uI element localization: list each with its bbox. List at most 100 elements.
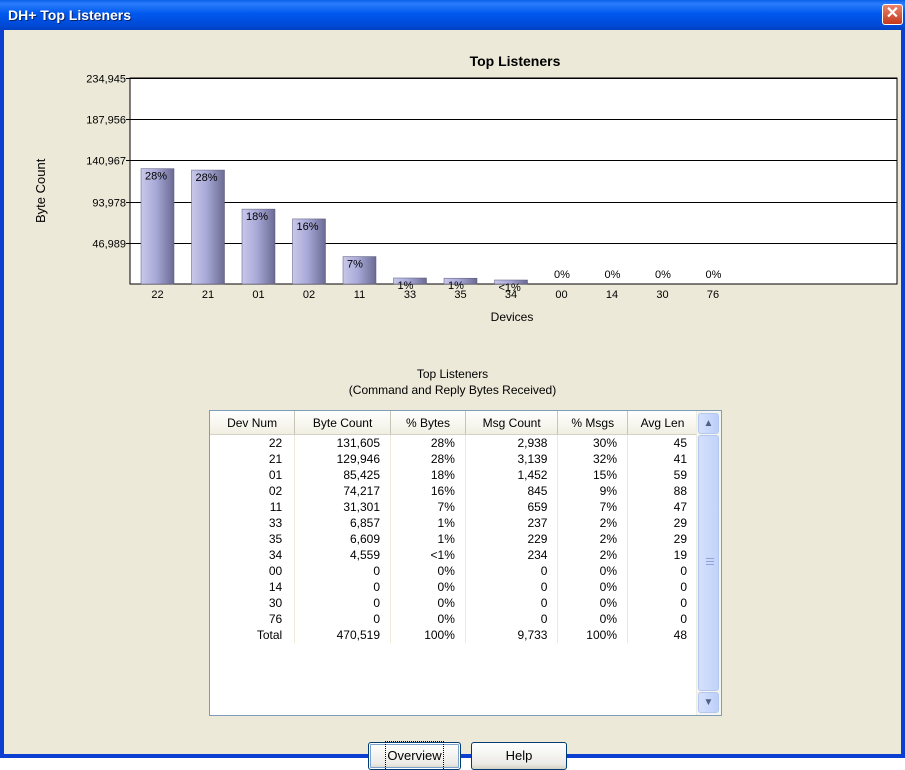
x-tick-label: 33 [404, 289, 416, 301]
vertical-scrollbar[interactable]: ▲ ▼ [696, 411, 721, 715]
bar-data-label: 0% [655, 269, 671, 281]
table-row[interactable]: 14 0 0% 0 0% 0 [210, 579, 698, 595]
table-row[interactable]: 30 0 0% 0 0% 0 [210, 595, 698, 611]
table-cell: 59 [627, 467, 698, 483]
table-cell: 0 [465, 579, 559, 595]
table-cell: 11 [210, 499, 296, 515]
table-cell: 6,609 [294, 531, 392, 547]
scroll-up-button[interactable]: ▲ [698, 413, 719, 434]
table-cell: 16% [390, 483, 466, 499]
y-axis-label: Byte Count [33, 158, 48, 223]
bar-data-label: 7% [347, 259, 363, 271]
column-header[interactable]: Byte Count [294, 411, 392, 435]
table-cell: 1% [390, 515, 466, 531]
table-row[interactable]: Total 470,519 100% 9,733 100% 48 [210, 627, 698, 643]
table-cell: 7% [557, 499, 628, 515]
close-icon: ✕ [885, 5, 900, 22]
x-tick-label: 34 [505, 289, 517, 301]
column-header[interactable]: Dev Num [210, 411, 296, 435]
table-cell: 47 [627, 499, 698, 515]
scroll-thumb[interactable] [698, 435, 719, 691]
table-cell: 32% [557, 451, 628, 467]
table-cell: 2,938 [465, 434, 559, 451]
bar [140, 168, 175, 285]
table-cell: 30 [210, 595, 296, 611]
table-row[interactable]: 00 0 0% 0 0% 0 [210, 563, 698, 579]
table-row[interactable]: 11 31,301 7% 659 7% 47 [210, 499, 698, 515]
y-tick-label: 234,945 [86, 74, 126, 86]
y-tick-label: 93,978 [92, 198, 126, 210]
x-axis-label: Devices [491, 310, 534, 324]
table-cell: 41 [627, 451, 698, 467]
table-row[interactable]: 22 131,605 28% 2,938 30% 45 [210, 434, 698, 451]
bar [191, 169, 225, 285]
bar-data-label: 0% [605, 269, 621, 281]
table-cell: 0% [390, 579, 466, 595]
table-cell: 100% [390, 627, 466, 643]
table-cell: 0% [390, 611, 466, 627]
title-bar[interactable]: DH+ Top Listeners ✕ [0, 0, 905, 30]
x-tick-label: 00 [555, 289, 567, 301]
table-cell: 0 [627, 611, 698, 627]
table-cell: 845 [465, 483, 559, 499]
y-tick-label: 140,967 [86, 156, 126, 168]
table-row[interactable]: 35 6,609 1% 229 2% 29 [210, 531, 698, 547]
column-header[interactable]: Msg Count [465, 411, 559, 435]
close-button[interactable]: ✕ [882, 4, 903, 25]
table-cell: 76 [210, 611, 296, 627]
table-cell: 0% [557, 579, 628, 595]
table-cell: 470,519 [294, 627, 392, 643]
x-tick-label: 01 [252, 289, 264, 301]
table-cell: 0 [627, 579, 698, 595]
x-tick-label: 11 [354, 289, 365, 301]
table-cell: 00 [210, 563, 296, 579]
table-row[interactable]: 33 6,857 1% 237 2% 29 [210, 515, 698, 531]
table-cell: 2% [557, 515, 628, 531]
y-tick-label: 187,956 [86, 115, 126, 127]
table-cell: 9% [557, 483, 628, 499]
table-cell: 0 [627, 563, 698, 579]
table-cell: 88 [627, 483, 698, 499]
thumb-grip [706, 561, 714, 562]
thumb-grip [706, 564, 714, 565]
table-cell: 21 [210, 451, 296, 467]
table-header-row: Dev Num Byte Count% Bytes Msg Count% Msgs A… [210, 411, 698, 435]
table-cell: 22 [210, 434, 296, 451]
x-tick-label: 21 [202, 289, 214, 301]
x-tick-label: 30 [656, 289, 668, 301]
table-cell: 0% [557, 611, 628, 627]
table-cell: 01 [210, 467, 296, 483]
table-cell: 659 [465, 499, 559, 515]
overview-button[interactable]: Overview [368, 741, 461, 770]
table-row[interactable]: 76 0 0% 0 0% 0 [210, 611, 698, 627]
table-cell: 0 [294, 579, 392, 595]
table-cell: Total [210, 627, 296, 643]
scroll-down-button[interactable]: ▼ [698, 692, 719, 713]
table-cell: 0 [465, 563, 559, 579]
table-cell: 28% [390, 434, 466, 451]
table-row[interactable]: 34 4,559 <1% 234 2% 19 [210, 547, 698, 563]
y-tick-label: 46,989 [92, 239, 126, 251]
table-cell: 0% [557, 563, 628, 579]
table-cell: 234 [465, 547, 559, 563]
table-cell: 1,452 [465, 467, 559, 483]
table-cell: 34 [210, 547, 296, 563]
table-cell: 0 [294, 595, 392, 611]
table-cell: 0% [557, 595, 628, 611]
x-tick-label: 14 [606, 289, 618, 301]
table-cell: 0% [390, 563, 466, 579]
chevron-up-icon: ▲ [703, 418, 714, 429]
column-header[interactable]: Avg Len [627, 411, 698, 435]
column-header[interactable]: % Bytes [390, 411, 466, 435]
table-cell: 131,605 [294, 434, 392, 451]
x-tick-label: 02 [303, 289, 315, 301]
table-row[interactable]: 01 85,425 18% 1,452 15% 59 [210, 467, 698, 483]
table-row[interactable]: 21 129,946 28% 3,139 32% 41 [210, 451, 698, 467]
column-header[interactable]: % Msgs [557, 411, 628, 435]
table-row[interactable]: 02 74,217 16% 845 9% 88 [210, 483, 698, 499]
table-cell: 48 [627, 627, 698, 643]
table-cell: 3,139 [465, 451, 559, 467]
thumb-grip [706, 558, 714, 559]
help-button[interactable]: Help [471, 742, 567, 770]
data-grid: Dev Num Byte Count% Bytes Msg Count% Msgs A… [210, 411, 698, 643]
